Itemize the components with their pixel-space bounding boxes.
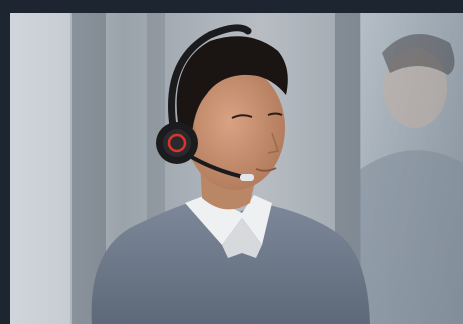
glass-reflection [355, 13, 463, 324]
headset-mic [240, 174, 254, 181]
headset-photo [10, 13, 463, 324]
screenshot-frame [0, 0, 463, 324]
